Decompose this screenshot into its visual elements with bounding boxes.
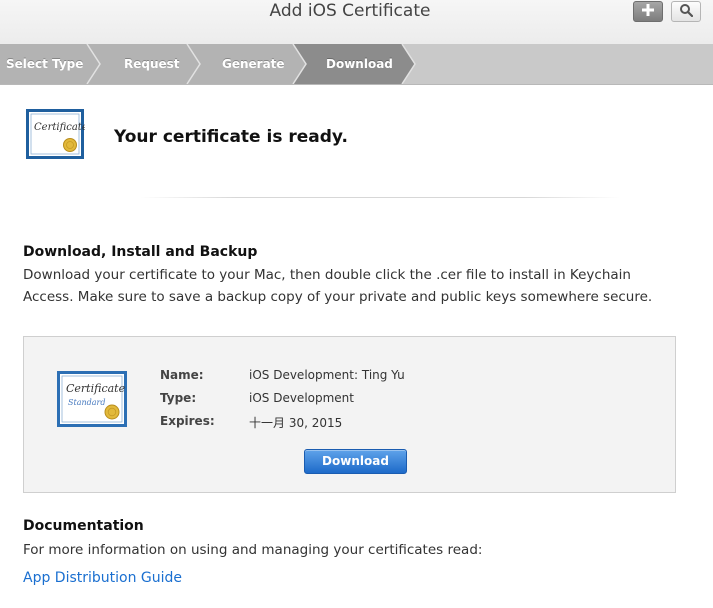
certificate-icon-title: Certificate <box>66 382 126 395</box>
certificate-details-box: Certificate Standard Name: iOS Developme… <box>23 336 676 493</box>
step-select-type: Select Type <box>6 57 84 71</box>
certificate-icon-subtitle: Standard <box>68 398 105 407</box>
certificate-icon: Certificate <box>25 108 88 164</box>
certificate-standard-icon: Certificate Standard <box>56 370 128 432</box>
search-button[interactable] <box>671 1 701 22</box>
add-button[interactable] <box>633 1 663 22</box>
step-download: Download <box>326 57 393 71</box>
search-icon <box>679 2 694 21</box>
ready-message: Your certificate is ready. <box>114 127 348 147</box>
divider <box>140 197 620 198</box>
top-bar: Add iOS Certificate <box>0 0 713 45</box>
type-label: Type: <box>160 391 197 405</box>
name-label: Name: <box>160 368 204 382</box>
documentation-heading: Documentation <box>23 518 144 534</box>
download-button[interactable]: Download <box>304 449 407 474</box>
download-instructions-line2: Access. Make sure to save a backup copy … <box>23 289 653 305</box>
name-value: iOS Development: Ting Yu <box>249 368 405 382</box>
app-distribution-guide-link[interactable]: App Distribution Guide <box>23 570 182 586</box>
svg-text:Certificate: Certificate <box>34 122 85 133</box>
step-request: Request <box>124 57 180 71</box>
expires-label: Expires: <box>160 414 215 428</box>
download-instructions-line1: Download your certificate to your Mac, t… <box>23 267 631 283</box>
plus-icon <box>641 2 655 21</box>
type-value: iOS Development <box>249 391 354 405</box>
expires-value: 十一月 30, 2015 <box>249 416 343 430</box>
page-title: Add iOS Certificate <box>269 1 431 21</box>
step-generate: Generate <box>222 57 285 71</box>
step-breadcrumb: Select Type Request Generate Download <box>0 44 713 85</box>
download-heading: Download, Install and Backup <box>23 244 258 260</box>
ready-header: Certificate Your certificate is ready. <box>25 108 685 163</box>
documentation-text: For more information on using and managi… <box>23 542 483 558</box>
